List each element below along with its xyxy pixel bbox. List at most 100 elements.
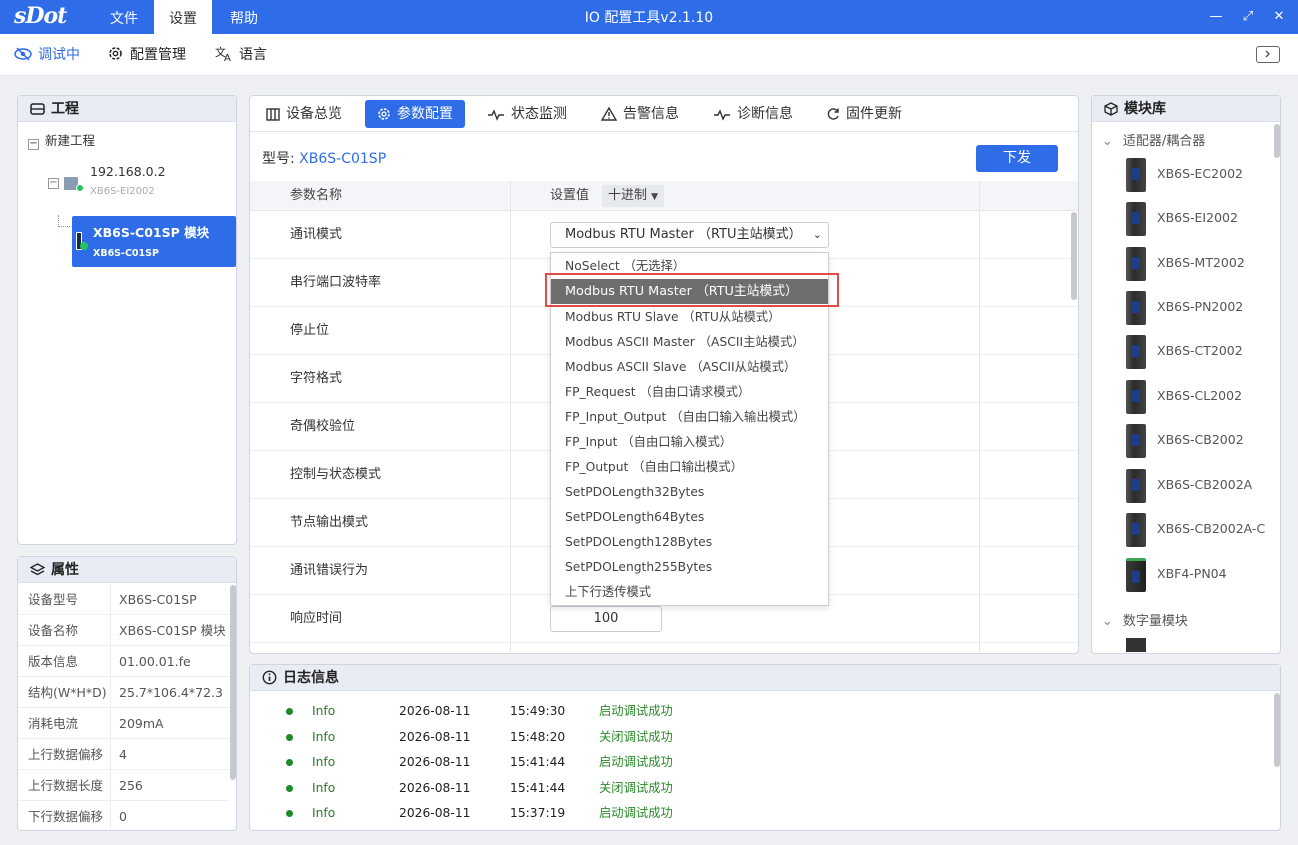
tree-connector xyxy=(58,226,70,227)
param-name: 响应时间 xyxy=(290,611,343,626)
config-mgmt-label: 配置管理 xyxy=(130,47,186,63)
log-time: 15:41:44 xyxy=(510,781,566,795)
status-dot xyxy=(286,708,293,715)
gear-icon xyxy=(109,47,122,60)
tab-firmware-update[interactable]: 固件更新 xyxy=(815,100,913,128)
comm-mode-value: Modbus RTU Master （RTU主站模式） xyxy=(565,227,802,242)
library-group-digital[interactable]: ⌄ 数字量模块 xyxy=(1102,610,1188,629)
radix-value: 十进制 xyxy=(608,188,648,203)
param-name: 控制与状态模式 xyxy=(290,467,382,482)
library-item[interactable]: XB6S-CL2002 xyxy=(1126,380,1276,424)
log-date: 2026-08-11 xyxy=(399,755,471,769)
dropdown-option[interactable]: Modbus ASCII Slave （ASCII从站模式） xyxy=(551,355,828,380)
dropdown-option[interactable]: FP_Request （自由口请求模式） xyxy=(551,380,828,405)
dropdown-option[interactable]: FP_Input （自由口输入模式） xyxy=(551,430,828,455)
tab-device-overview[interactable]: 设备总览 xyxy=(255,100,353,128)
radix-select[interactable]: 十进制 ▼ xyxy=(602,185,665,207)
library-item[interactable]: XB6S-EC2002 xyxy=(1126,158,1276,202)
library-scrollbar[interactable] xyxy=(1274,124,1280,158)
dropdown-option[interactable]: 上下行透传模式 xyxy=(551,580,828,605)
module-icon xyxy=(1126,335,1146,369)
library-item-name: XB6S-EI2002 xyxy=(1157,210,1238,225)
tab-label: 状态监测 xyxy=(511,106,567,122)
dropdown-option[interactable]: FP_Input_Output （自由口输入输出模式） xyxy=(551,405,828,430)
module-icon xyxy=(1126,638,1146,652)
debug-label: 调试中 xyxy=(38,47,80,63)
log-message: 关闭调试成功 xyxy=(599,730,673,744)
attr-key: 消耗电流 xyxy=(28,716,79,731)
log-message: 关闭调试成功 xyxy=(599,781,673,795)
library-group-adapters[interactable]: ⌄ 适配器/耦合器 xyxy=(1102,130,1205,149)
attributes-scrollbar[interactable] xyxy=(230,585,236,780)
tab-label: 固件更新 xyxy=(846,106,902,122)
param-name: 节点输出模式 xyxy=(290,515,369,530)
library-item[interactable]: XB6S-CT2002 xyxy=(1126,335,1276,379)
layers-icon xyxy=(29,563,46,576)
library-item[interactable]: XBF4-PN04 xyxy=(1126,558,1276,602)
tab-param-config[interactable]: 参数配置 xyxy=(365,100,465,128)
online-status-dot xyxy=(76,184,84,192)
log-message: 启动调试成功 xyxy=(599,755,673,769)
param-scrollbar[interactable] xyxy=(1071,212,1077,300)
library-item[interactable]: XB6S-CB2002A xyxy=(1126,469,1276,513)
dropdown-option[interactable]: SetPDOLength32Bytes xyxy=(551,480,828,505)
log-time: 15:48:20 xyxy=(510,730,566,744)
log-title: 日志信息 xyxy=(283,670,339,686)
maximize-icon[interactable]: ⤢ xyxy=(1237,6,1259,28)
debug-button[interactable]: 调试中 xyxy=(14,44,80,66)
tab-alarm-info[interactable]: 告警信息 xyxy=(590,100,690,128)
app-logo: sDot xyxy=(14,3,67,29)
log-row: Info 2026-08-11 15:49:30 启动调试成功 xyxy=(250,699,1270,724)
library-item[interactable]: XB6S-MT2002 xyxy=(1126,247,1276,291)
attr-key: 上行数据长度 xyxy=(28,778,104,793)
attr-key: 设备名称 xyxy=(28,623,79,638)
attr-row: 版本信息 01.00.01.fe xyxy=(18,646,230,677)
header-set-value: 设置值 xyxy=(550,188,590,203)
dropdown-option[interactable]: SetPDOLength64Bytes xyxy=(551,505,828,530)
library-item[interactable]: XB6S-CB2002 xyxy=(1126,424,1276,468)
tree-device-node[interactable]: − 192.168.0.2 XB6S-EI2002 xyxy=(48,164,238,204)
tree-module-node[interactable]: XB6S-C01SP 模块 XB6S-C01SP xyxy=(72,216,236,267)
module-icon xyxy=(1126,291,1146,325)
tab-label: 参数配置 xyxy=(397,106,453,122)
log-row: Info 2026-08-11 15:37:19 启动调试成功 xyxy=(250,801,1270,826)
dropdown-option[interactable]: Modbus RTU Slave （RTU从站模式） xyxy=(551,305,828,330)
library-item[interactable]: XB6S-CB2002A-C xyxy=(1126,513,1276,557)
panel-toggle-icon[interactable] xyxy=(1256,46,1280,63)
collapse-icon[interactable]: − xyxy=(28,139,39,150)
close-icon[interactable]: ✕ xyxy=(1268,6,1290,28)
header-param-name: 参数名称 xyxy=(290,188,343,203)
log-scrollbar[interactable] xyxy=(1274,693,1280,767)
log-level: Info xyxy=(312,781,336,795)
status-dot xyxy=(286,810,293,817)
dropdown-option[interactable]: SetPDOLength255Bytes xyxy=(551,555,828,580)
library-item-name: XB6S-CT2002 xyxy=(1157,343,1243,358)
attr-value: XB6S-C01SP 模块 xyxy=(119,623,226,638)
pulse-icon xyxy=(488,109,504,121)
tab-status-monitor[interactable]: 状态监测 xyxy=(476,100,578,128)
dropdown-option[interactable]: SetPDOLength128Bytes xyxy=(551,530,828,555)
language-button[interactable]: 文 A 语言 xyxy=(215,44,267,66)
library-item[interactable]: XB6S-EI2002 xyxy=(1126,202,1276,246)
library-item[interactable]: XB6S-PN2002 xyxy=(1126,291,1276,335)
module-icon xyxy=(1126,558,1146,592)
tree-root-label: 新建工程 xyxy=(45,133,96,148)
collapse-icon[interactable]: − xyxy=(48,178,59,189)
dropdown-option[interactable]: Modbus ASCII Master （ASCII主站模式） xyxy=(551,330,828,355)
library-item-name: XB6S-CB2002A xyxy=(1157,477,1253,492)
drive-icon xyxy=(30,103,45,115)
log-date: 2026-08-11 xyxy=(399,704,471,718)
param-name: 串行端口波特率 xyxy=(290,275,382,290)
menu-settings[interactable]: 设置 xyxy=(154,0,212,34)
tree-root[interactable]: − 新建工程 xyxy=(28,130,95,150)
dropdown-option[interactable]: FP_Output （自由口输出模式） xyxy=(551,455,828,480)
response-time-input[interactable]: 100 xyxy=(550,606,662,632)
tab-diagnostic-info[interactable]: 诊断信息 xyxy=(702,100,804,128)
download-button[interactable]: 下发 xyxy=(976,145,1058,172)
menu-help[interactable]: 帮助 xyxy=(214,0,274,34)
config-mgmt-button[interactable]: 配置管理 xyxy=(107,44,186,66)
minimize-icon[interactable]: — xyxy=(1205,6,1227,28)
menu-file[interactable]: 文件 xyxy=(96,0,152,34)
comm-mode-select[interactable]: Modbus RTU Master （RTU主站模式） ⌄ xyxy=(550,222,829,248)
module-name: XB6S-C01SP 模块 xyxy=(93,225,210,240)
